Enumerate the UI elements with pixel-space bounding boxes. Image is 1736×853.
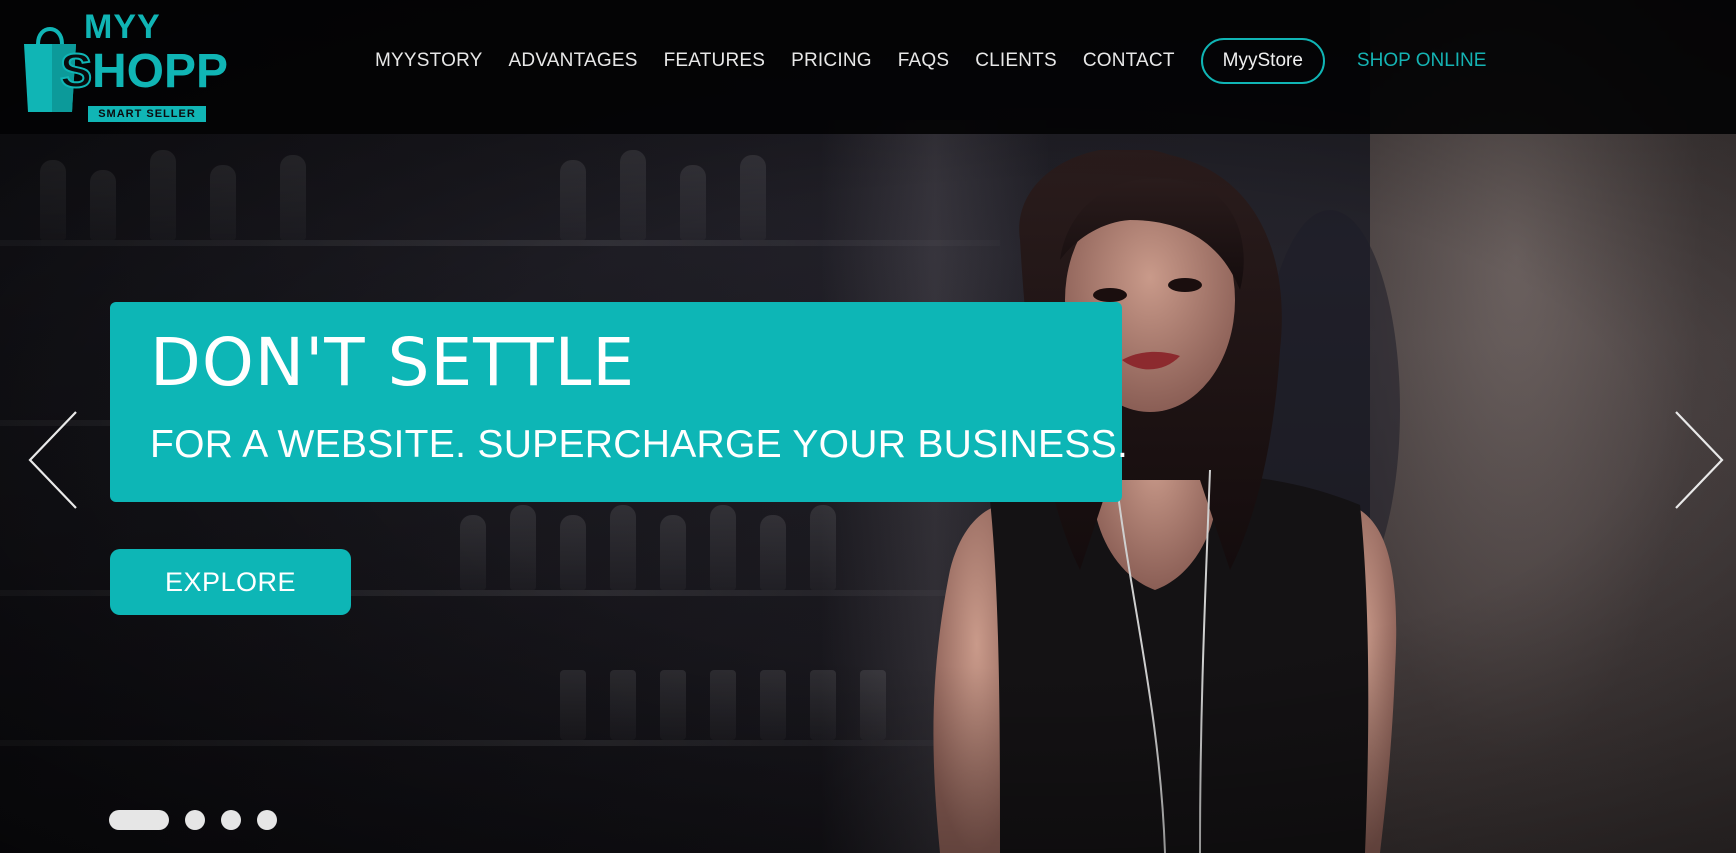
nav-item-contact[interactable]: CONTACT — [1083, 50, 1175, 72]
nav-item-clients[interactable]: CLIENTS — [975, 50, 1057, 72]
slider-pagination — [109, 810, 293, 830]
hero-subheadline: FOR A WEBSITE. SUPERCHARGE YOUR BUSINESS… — [150, 423, 1129, 466]
nav-item-faqs[interactable]: FAQS — [898, 50, 949, 72]
nav-item-pricing[interactable]: PRICING — [791, 50, 872, 72]
slide-dot-2[interactable] — [185, 810, 205, 830]
logo-wordmark-bottom: SHOPP — [59, 44, 229, 99]
slide-dot-1[interactable] — [109, 810, 169, 830]
hero-headline: DON'T SETTLE — [150, 324, 636, 401]
nav-item-features[interactable]: FEATURES — [664, 50, 766, 72]
logo-wordmark-top: MYY — [84, 8, 161, 46]
logo-tagline: SMART SELLER — [88, 106, 206, 122]
chevron-right-icon[interactable] — [1668, 408, 1728, 512]
myyshopp-logo[interactable]: MYY SHOPP SMART SELLER — [22, 6, 228, 124]
main-nav: MYYSTORY ADVANTAGES FEATURES PRICING FAQ… — [375, 38, 1486, 84]
nav-item-advantages[interactable]: ADVANTAGES — [509, 50, 638, 72]
myystore-button[interactable]: MyyStore — [1200, 38, 1325, 84]
chevron-left-icon[interactable] — [24, 408, 84, 512]
shop-online-link[interactable]: SHOP ONLINE — [1357, 50, 1487, 72]
hero-headline-box: DON'T SETTLE FOR A WEBSITE. SUPERCHARGE … — [110, 302, 1128, 502]
slide-dot-3[interactable] — [221, 810, 241, 830]
nav-item-myystory[interactable]: MYYSTORY — [375, 50, 483, 72]
top-navigation-bar: MYY SHOPP SMART SELLER MYYSTORY ADVANTAG… — [0, 0, 1736, 134]
explore-button[interactable]: EXPLORE — [110, 549, 351, 615]
slide-dot-4[interactable] — [257, 810, 277, 830]
